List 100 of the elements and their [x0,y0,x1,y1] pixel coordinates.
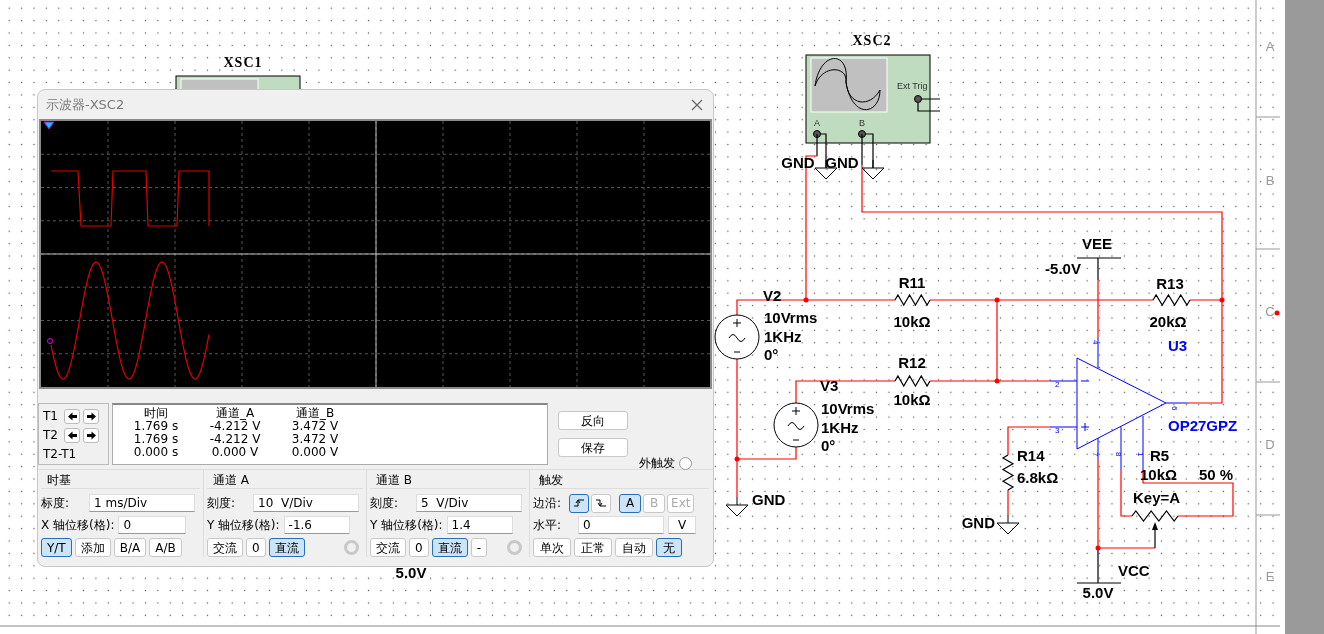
ground-symbol [861,159,885,180]
field-label: 刻度: [370,494,399,512]
coupling-button[interactable]: 0 [246,538,266,557]
coupling-button[interactable]: - [470,538,487,557]
table-cell-text: 0.000 V [210,446,260,459]
scale-field[interactable]: 1 ms/Div [89,494,196,512]
mode-button[interactable]: 添加 [74,538,111,557]
cursor-left-button[interactable] [64,408,80,424]
mode-button[interactable]: Y/T [41,538,72,557]
resistor-value: 10kΩ [893,313,931,330]
close-icon[interactable] [691,98,703,111]
ring-icon [344,540,359,555]
trigger-source-button[interactable]: A [619,493,642,513]
junction-dot [734,456,740,462]
offset-field[interactable]: 1.4 [446,516,513,534]
action-button[interactable]: 反向 [558,411,628,430]
coupling-button[interactable]: 直流 [431,538,468,557]
trigger-mode-button[interactable]: 正常 [574,538,612,557]
cursor-label: T1 [43,409,59,423]
channel-terminal-label: B [859,118,865,128]
action-button[interactable]: 保存 [558,438,628,457]
potentiometer-setting: 50 % [1199,466,1234,483]
junction-dot [803,297,809,303]
cursor-marker-icon[interactable] [43,121,55,130]
window-title: 示波器-XSC2 [46,95,125,114]
source-amplitude: 10Vrms [764,309,818,326]
section-title: 时基 [47,473,71,487]
coupling-button[interactable]: 交流 [207,538,243,557]
offset-field[interactable]: -1.6 [283,516,350,534]
table-cell-text: 3.472 V [290,433,340,446]
channel-marker-icon [47,338,53,344]
pin-number: 3 [1055,426,1060,435]
table-cell-text: 3.472 V [290,420,340,433]
potentiometer-key: Key=A [1133,489,1181,506]
marker-dot-icon [1274,310,1280,316]
resistor-value: 6.8kΩ [1017,469,1059,486]
trigger-mode-button[interactable]: 自动 [615,538,653,557]
pin-number: 7 [1091,452,1100,457]
section-title: 触发 [539,473,563,487]
edge-button[interactable] [569,493,590,513]
junction-dot [1095,545,1101,551]
channel-terminal-label: A [814,118,820,128]
trigger-mode-button[interactable]: 无 [656,538,682,557]
unit-field[interactable]: V [668,516,697,534]
column-header: 通道_B [294,407,336,420]
source-phase: 0° [764,346,779,363]
pin-number: 1 [1136,452,1145,457]
border-row-label: C [1265,304,1275,319]
border-row-label: A [1265,39,1275,54]
scale-field[interactable]: 5 V/Div [416,494,523,512]
cursor-label: T2-T1 [43,447,77,461]
ground-symbol [725,496,749,517]
cursor-right-button[interactable] [83,408,99,424]
field-label: 边沿: [533,494,562,512]
mode-button[interactable]: B/A [113,538,147,557]
column-header: 通道_A [214,407,256,420]
coupling-button[interactable]: 交流 [370,538,406,557]
table-cell-text: 1.769 s [132,433,180,446]
ext-trigger-radio[interactable] [679,457,692,470]
junction-dot [994,297,1000,303]
rising-edge-icon [574,498,585,508]
source-phase: 0° [821,437,836,454]
resistor-name: R11 [898,274,926,291]
instrument-label: XSC1 [223,55,263,70]
resistor-name: R5 [1150,447,1170,464]
resistor-name: R12 [898,354,926,371]
pin-number: 6 [1170,406,1179,411]
offset-field[interactable]: 0 [118,516,187,534]
cursor-left-button[interactable] [64,427,80,443]
supply-voltage: 5.0V [395,564,427,581]
resistor-value: 10kΩ [893,391,931,408]
junction-dot [994,378,1000,384]
part-model: OP27GPZ [1168,417,1238,434]
instrument-label: XSC2 [852,33,892,48]
coupling-button[interactable]: 直流 [268,538,305,557]
section-title: 通道 A [213,473,250,487]
field-label: X 轴位移(格): [41,516,115,534]
potentiometer-symbol [1131,510,1179,549]
scale-field[interactable]: 10 V/Div [253,494,360,512]
part-reference: U3 [1168,337,1188,354]
trigger-mode-button[interactable]: 单次 [533,538,571,557]
supply-voltage: -5.0V [1045,260,1081,277]
resistor-name: R13 [1156,275,1184,292]
border-row-label: D [1265,437,1275,452]
level-field[interactable]: 0 [578,516,665,534]
resistor-symbol [1001,454,1015,491]
coupling-button[interactable]: 0 [409,538,429,557]
resistor-name: R14 [1017,447,1045,464]
edge-button[interactable] [591,493,612,513]
resistor-value: 20kΩ [1149,313,1187,330]
cursor-right-button[interactable] [83,427,99,443]
table-cell-text: 1.769 s [132,420,180,433]
source-amplitude: 10Vrms [821,400,875,417]
pin-number: 8 [1114,452,1123,457]
cursor-label: T2 [43,428,59,442]
source-name: V3 [820,377,839,394]
field-label: 水平: [533,516,562,534]
mode-button[interactable]: A/B [149,538,182,557]
supply-voltage: 5.0V [1082,584,1114,601]
field-label: Y 轴位移(格): [370,516,443,534]
